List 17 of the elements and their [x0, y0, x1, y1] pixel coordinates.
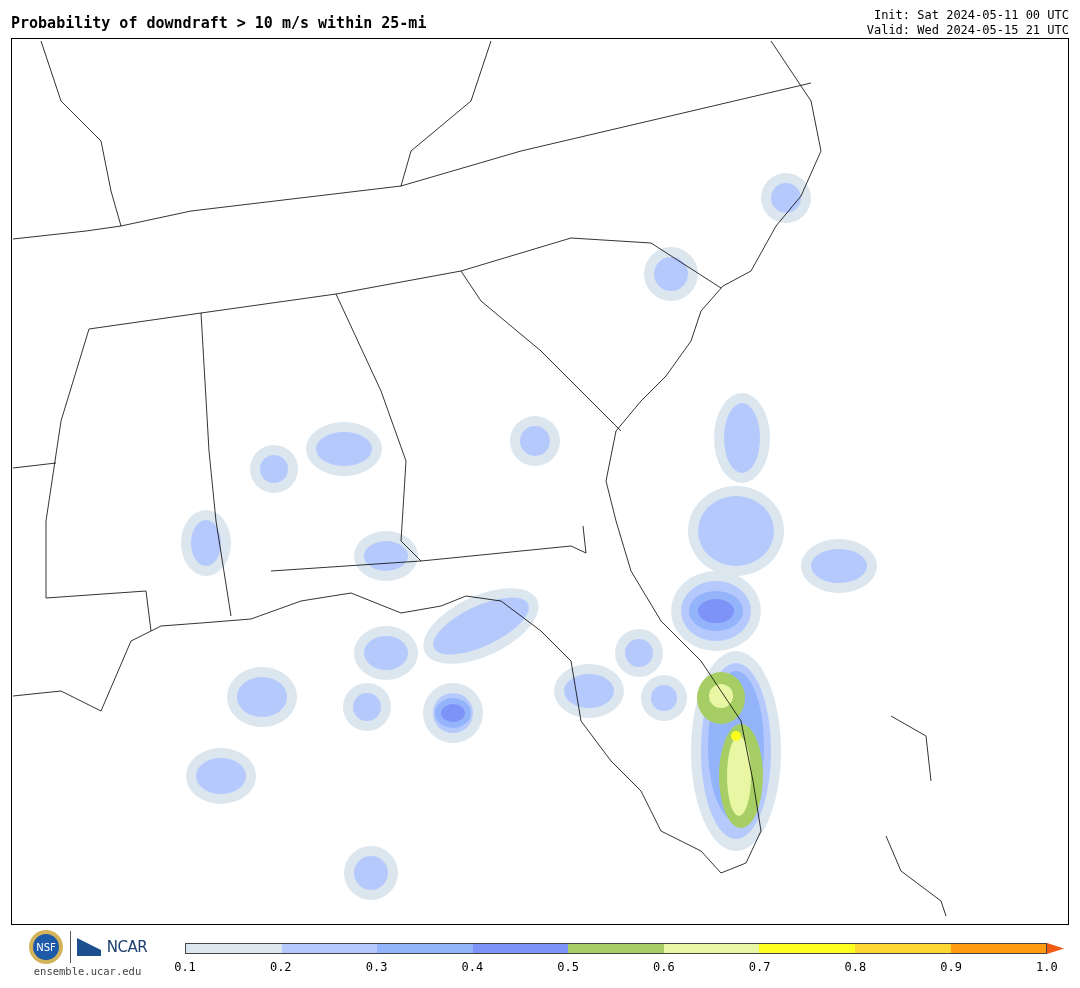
tick-label: 0.5	[556, 960, 580, 974]
tick-label: 0.1	[173, 960, 197, 974]
tick-label: 0.2	[268, 960, 293, 974]
ncar-logo-text: NCAR	[106, 938, 148, 956]
tick-label: 0.4	[460, 960, 485, 974]
tick-label: 0.8	[843, 960, 868, 974]
tick-label: 1.0	[1035, 960, 1059, 974]
tick-label: 0.9	[939, 960, 963, 974]
chart-title: Probability of downdraft > 10 m/s within 25-mi	[11, 14, 427, 34]
nsf-logo: NSF	[27, 929, 64, 965]
website-text: ensemble.ucar.edu	[33, 965, 142, 977]
tick-label: 0.6	[652, 960, 676, 974]
tick-label: 0.3	[364, 960, 389, 974]
tick-label: 0.7	[747, 960, 772, 974]
valid-time: Valid: Wed 2024-05-15 21 UTC	[866, 23, 1069, 38]
init-time: Init: Sat 2024-05-11 00 UTC	[873, 8, 1069, 23]
swoosh-icon	[76, 938, 101, 956]
